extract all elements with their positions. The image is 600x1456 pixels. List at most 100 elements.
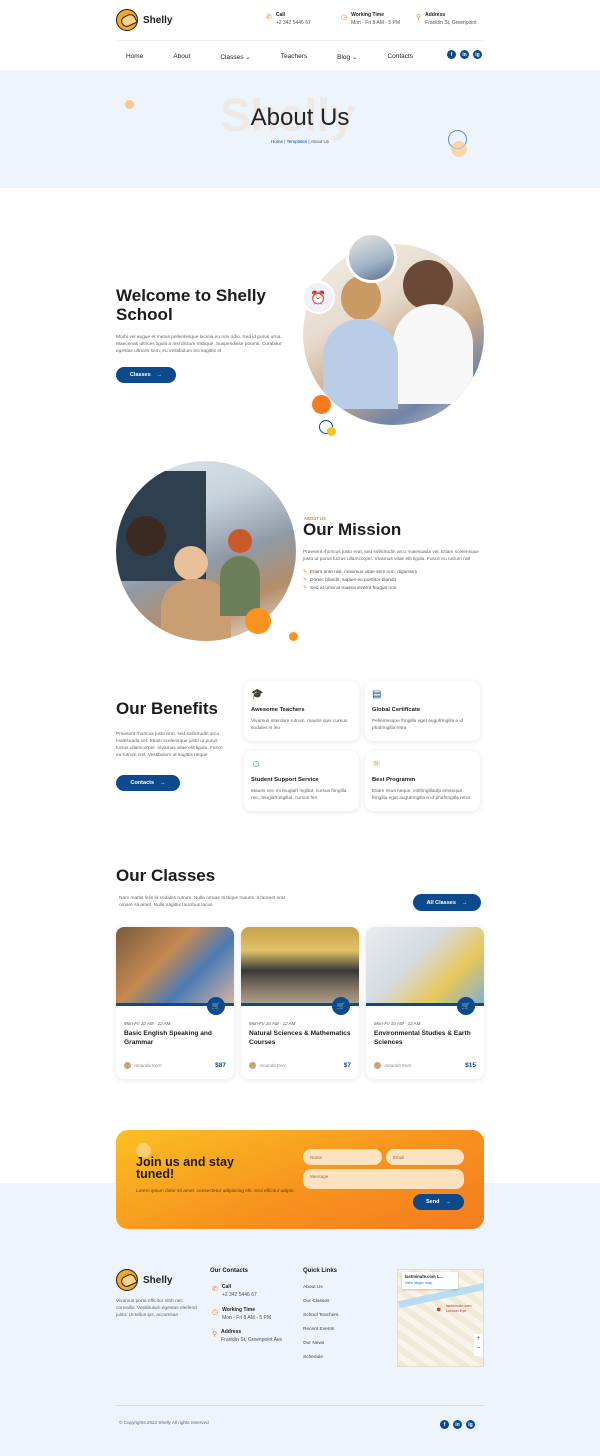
- benefit-title: Global Certificate: [372, 707, 420, 713]
- footer-link[interactable]: School Teachers: [303, 1313, 338, 1318]
- arrow-right-icon: →: [461, 899, 468, 906]
- footer-about: Vivamus porta efficitur nibh nec convall…: [116, 1299, 197, 1318]
- contacts-button[interactable]: Contacts →: [116, 775, 180, 791]
- class-image: [241, 927, 359, 1006]
- links-heading: Quick Links: [303, 1268, 338, 1274]
- cart-icon[interactable]: 🛒: [332, 997, 350, 1015]
- clock-icon: ◷: [212, 1309, 219, 1316]
- nav-about[interactable]: About: [173, 53, 190, 60]
- class-price: $15: [465, 1062, 476, 1069]
- header-hours: ◷ Working Time Mon - Fri 8 AM - 5 PM: [341, 12, 400, 26]
- email-field[interactable]: Email: [386, 1149, 464, 1165]
- benefit-text: Mauris nec mi feugiafr ingillat, cursus …: [251, 789, 347, 801]
- atom-icon: ⚛: [372, 759, 381, 770]
- cart-icon[interactable]: 🛒: [457, 997, 475, 1015]
- nav-blog[interactable]: Blog ⌄: [337, 53, 357, 61]
- all-classes-button-label: All Classes: [426, 899, 456, 906]
- support-icon: ☺: [251, 759, 262, 770]
- footer-link[interactable]: Our Classes: [303, 1299, 338, 1304]
- address-label: Address: [221, 1329, 242, 1335]
- teacher-name: Amanda Kern: [384, 1063, 412, 1068]
- footer-link[interactable]: Our News: [303, 1341, 338, 1346]
- brand-logo[interactable]: Shelly: [116, 9, 172, 31]
- crumb-templates[interactable]: Templates: [287, 139, 308, 144]
- instagram-icon[interactable]: ig: [473, 50, 482, 59]
- footer-social: f in ig: [440, 1420, 475, 1429]
- name-field[interactable]: Name: [303, 1149, 382, 1165]
- location-pin-icon: ⚲: [416, 14, 422, 21]
- map-pin-label: lastminute.com London Eye: [446, 1304, 472, 1313]
- message-placeholder: Message: [310, 1174, 329, 1179]
- footer-divider: [116, 1405, 484, 1406]
- name-placeholder: Name: [310, 1154, 323, 1160]
- footer-link[interactable]: Recent Events: [303, 1327, 338, 1332]
- class-title[interactable]: Environmental Studies & Earth Sciences: [374, 1030, 476, 1057]
- contacts-button-label: Contacts: [130, 780, 155, 786]
- breadcrumb: Home | Templates | About Us: [270, 139, 330, 144]
- nav-classes[interactable]: Classes ⌄: [220, 53, 250, 61]
- linkedin-icon[interactable]: in: [460, 50, 469, 59]
- hours-value: Mon - Fri 8 AM - 5 PM: [351, 20, 401, 26]
- decor-dot: [245, 608, 271, 634]
- mission-text: Praesent rhoncus justo erat, sed sollici…: [303, 550, 479, 562]
- teacher: Amanda Kern: [249, 1062, 287, 1069]
- nav-blog-label: Blog: [337, 53, 351, 61]
- facebook-icon[interactable]: f: [447, 50, 456, 59]
- message-field[interactable]: Message: [303, 1169, 464, 1189]
- cart-icon[interactable]: 🛒: [207, 997, 225, 1015]
- benefit-title: Student Support Service: [251, 777, 319, 783]
- arrow-right-icon: →: [160, 780, 166, 786]
- class-image: [366, 927, 484, 1006]
- map-zoom-controls[interactable]: + −: [474, 1334, 483, 1356]
- nav-contacts[interactable]: Contacts: [387, 53, 413, 60]
- class-card[interactable]: 🛒 Mon-Fri 10 AM - 12 AM Basic English Sp…: [116, 927, 234, 1079]
- teacher-name: Amanda Kern: [134, 1063, 162, 1068]
- contacts-heading: Our Contacts: [210, 1268, 249, 1274]
- main-nav: Home About Classes ⌄ Teachers Blog ⌄ Con…: [116, 40, 484, 72]
- class-title[interactable]: Basic English Speaking and Grammar: [124, 1030, 226, 1057]
- page-title: About Us: [250, 104, 350, 131]
- classes-title: Our Classes: [116, 866, 216, 885]
- map-embed[interactable]: lastminute.com L... View larger map ● la…: [397, 1269, 484, 1367]
- class-schedule: Mon-Fri 10 AM - 12 AM: [374, 1021, 421, 1026]
- copyright: © Copyrights 2022 Shelly All rights rese…: [119, 1420, 209, 1425]
- clock-icon: ◷: [341, 14, 348, 21]
- hours-label: Working Time: [351, 12, 384, 18]
- footer-logo[interactable]: Shelly: [116, 1269, 172, 1291]
- welcome-photo: [303, 244, 484, 425]
- send-button[interactable]: Send →: [413, 1194, 464, 1210]
- email-placeholder: Email: [393, 1154, 405, 1160]
- footer-link[interactable]: Schedule: [303, 1355, 338, 1360]
- footer-link[interactable]: About Us: [303, 1285, 338, 1290]
- footer-call: ✆ Call +2 342 5446 67: [212, 1284, 257, 1298]
- decor-dot: [312, 395, 331, 414]
- graduation-cap-icon: 🎓: [251, 689, 264, 700]
- instagram-icon[interactable]: ig: [466, 1420, 475, 1429]
- quick-links: About Us Our Classes School Teachers Rec…: [303, 1285, 338, 1369]
- header-address: ⚲ Address Franklin St, Greenpoint: [416, 12, 477, 26]
- linkedin-icon[interactable]: in: [453, 1420, 462, 1429]
- benefits-title: Our Benefits: [116, 699, 219, 718]
- map-larger-link[interactable]: View larger map: [405, 1281, 455, 1285]
- avatar: [249, 1062, 256, 1069]
- alarm-clock-icon: ⏰: [302, 281, 335, 314]
- map-pin-icon: ●: [436, 1304, 442, 1314]
- nav-teachers[interactable]: Teachers: [281, 53, 307, 60]
- class-title[interactable]: Natural Sciences & Mathematics Courses: [249, 1030, 351, 1057]
- address-value: Franklin St, Greenpoint Ave: [221, 1337, 283, 1343]
- benefit-title: Awesome Teachers: [251, 707, 305, 713]
- teacher: Amanda Kern: [124, 1062, 162, 1069]
- header-call: ✆ Call +2 342 5446 67: [266, 12, 311, 26]
- benefit-text: Vivamus interdum rutrum, mauris quis cur…: [251, 719, 348, 731]
- classes-text: Nam mattis felis id sodales rutrum. Null…: [119, 896, 285, 908]
- phone-icon: ✆: [266, 14, 272, 21]
- nav-home[interactable]: Home: [126, 53, 143, 60]
- class-card[interactable]: 🛒 Mon-Fri 10 AM - 12 AM Natural Sciences…: [241, 927, 359, 1079]
- classes-button[interactable]: Classes →: [116, 367, 176, 383]
- facebook-icon[interactable]: f: [440, 1420, 449, 1429]
- crumb-home[interactable]: Home: [271, 139, 283, 144]
- all-classes-button[interactable]: All Classes →: [413, 894, 481, 911]
- class-card[interactable]: 🛒 Mon-Fri 10 AM - 12 AM Environmental St…: [366, 927, 484, 1079]
- call-value: +2 342 5446 67: [221, 1292, 257, 1298]
- mission-points: Etiam ante nisl, maximus vitae sem non, …: [303, 570, 417, 595]
